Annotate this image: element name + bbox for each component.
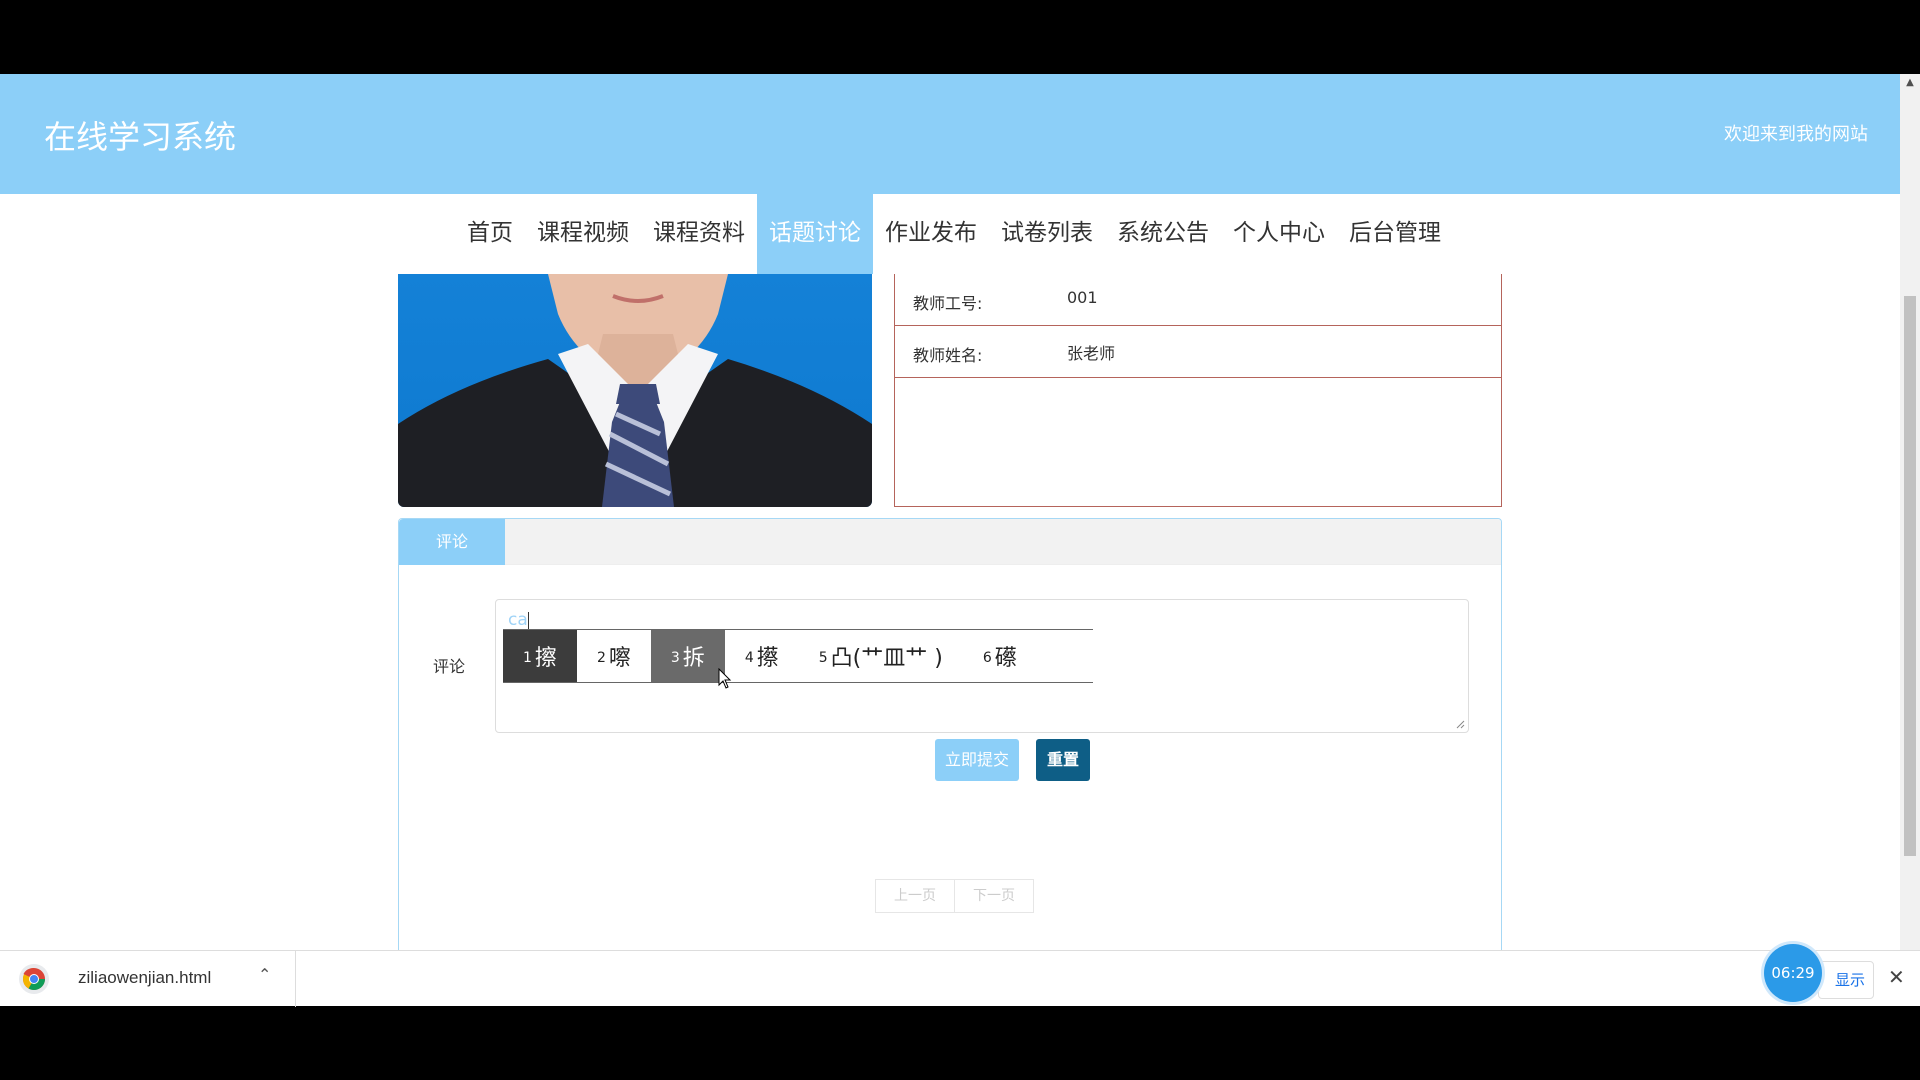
teacher-id-value: 001 [1067,288,1098,307]
teacher-photo [398,274,872,507]
nav-personal-center[interactable]: 个人中心 [1221,194,1337,274]
site-header: 在线学习系统 欢迎来到我的网站 [0,74,1900,194]
scroll-up-arrow-icon[interactable]: ▲ [1900,74,1920,92]
comment-panel: 评论 评论 ca 1擦 2嚓 3拆 4攃 5 凸(艹皿艹 ) 6礤 立即提交 重置… [398,518,1502,1006]
ime-candidate-2[interactable]: 2嚓 [577,630,651,682]
ime-candidate-1[interactable]: 1擦 [503,630,577,682]
ime-candidate-3[interactable]: 3拆 [650,630,725,682]
timer-badge: 06:29 [1764,944,1822,1002]
scroll-thumb[interactable] [1904,296,1916,856]
tab-comments[interactable]: 评论 [399,519,505,565]
info-row-name: 教师姓名: 张老师 [895,326,1501,378]
nav-admin[interactable]: 后台管理 [1337,194,1453,274]
download-file-name: ziliaowenjian.html [78,968,212,987]
download-bar: ziliaowenjian.html ⌃ 显示 ✕ [0,950,1920,1007]
portrait-image [398,274,872,507]
nav-course-video[interactable]: 课程视频 [525,194,641,274]
teacher-info-table: 教师工号: 001 教师姓名: 张老师 [894,274,1502,507]
close-icon[interactable]: ✕ [1888,965,1905,989]
show-all-button[interactable]: 显示 [1818,961,1874,999]
comment-field-label: 评论 [433,657,466,676]
teacher-name-value: 张老师 [1067,344,1116,363]
composition-text: ca [508,610,529,630]
text-caret [527,611,529,629]
chrome-file-icon [19,964,49,994]
pagination: 上一页 下一页 [875,879,1034,913]
page-scrollbar[interactable]: ▲ ▼ [1900,74,1920,1006]
comment-tabs: 评论 [399,519,1501,565]
nav-topic-discussion[interactable]: 话题讨论 [757,194,873,274]
nav-course-materials[interactable]: 课程资料 [641,194,757,274]
welcome-text: 欢迎来到我的网站 [1724,124,1868,145]
nav-exam-list[interactable]: 试卷列表 [989,194,1105,274]
teacher-id-label: 教师工号: [913,294,983,313]
ime-candidate-4[interactable]: 4攃 [725,630,799,682]
resize-grip-icon[interactable] [1455,719,1465,729]
site-title: 在线学习系统 [44,118,237,156]
submit-button[interactable]: 立即提交 [935,739,1019,781]
download-item[interactable]: ziliaowenjian.html ⌃ [0,951,296,1007]
ime-candidate-bar: 1擦 2嚓 3拆 4攃 5 凸(艹皿艹 ) 6礤 [503,629,1093,683]
ime-candidate-6[interactable]: 6礤 [963,630,1037,682]
chevron-up-icon[interactable]: ⌃ [258,965,271,984]
prev-page-button[interactable]: 上一页 [875,879,955,913]
nav-announcements[interactable]: 系统公告 [1105,194,1221,274]
next-page-button[interactable]: 下一页 [955,879,1034,913]
info-row-id: 教师工号: 001 [895,274,1501,326]
teacher-name-label: 教师姓名: [913,346,983,365]
nav-home[interactable]: 首页 [455,194,525,274]
mouse-cursor-icon [718,668,732,689]
main-nav: 首页 课程视频 课程资料 话题讨论 作业发布 试卷列表 系统公告 个人中心 后台… [0,194,1900,274]
ime-candidate-5[interactable]: 5 凸(艹皿艹 ) [799,630,963,682]
reset-button[interactable]: 重置 [1036,739,1090,781]
nav-homework[interactable]: 作业发布 [873,194,989,274]
browser-viewport: 在线学习系统 欢迎来到我的网站 首页 课程视频 课程资料 话题讨论 作业发布 试… [0,74,1920,1006]
